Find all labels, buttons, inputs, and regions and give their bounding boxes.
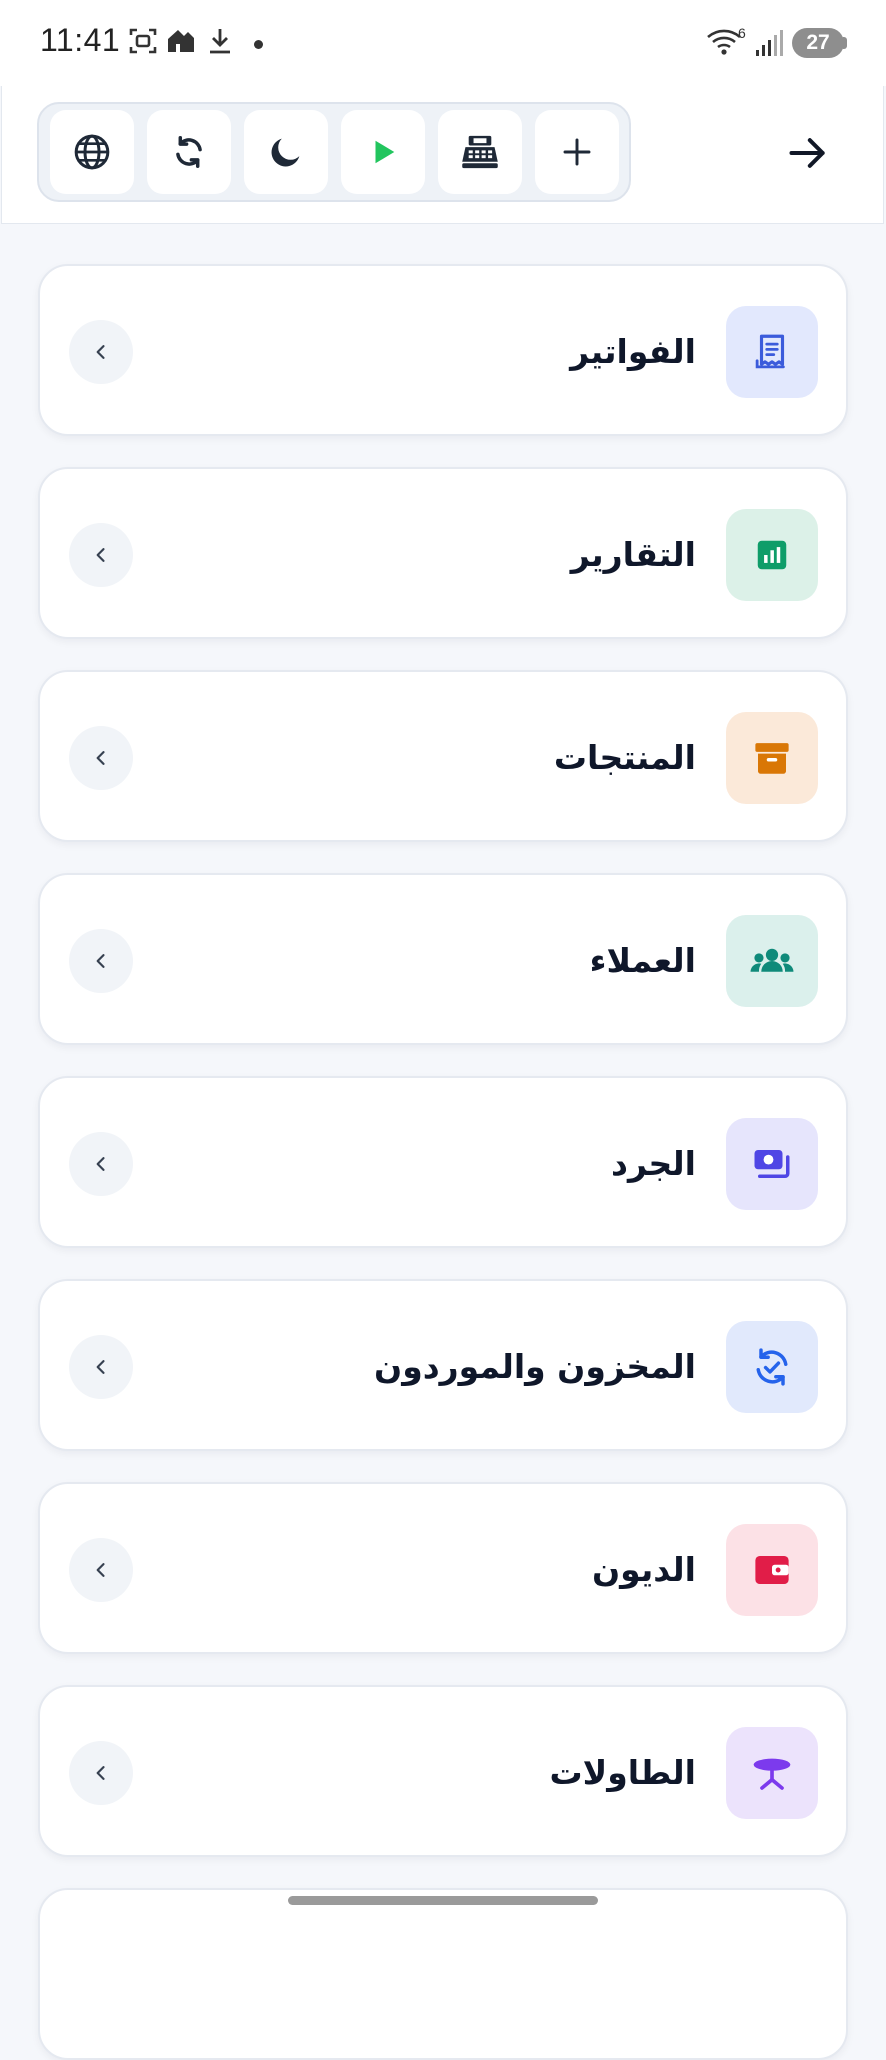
card-chevron: [69, 320, 133, 384]
chevron-left-icon: [96, 1563, 105, 1577]
card-chevron: [69, 726, 133, 790]
chevron-left-icon: [96, 751, 105, 765]
card-label: التقارير: [570, 535, 696, 574]
card-icon-tile: [726, 712, 818, 804]
plus-icon: [563, 138, 591, 166]
house-icon: [168, 30, 194, 52]
menu-card-partial[interactable]: [38, 1888, 848, 2060]
arrow-right-icon: [789, 138, 825, 168]
play-icon: [375, 140, 395, 164]
add-button[interactable]: [535, 110, 619, 194]
card-label: العملاء: [589, 941, 696, 980]
theme-toggle-button[interactable]: [244, 110, 328, 194]
menu-card-reports[interactable]: التقارير: [38, 467, 848, 639]
wifi-icon: [707, 29, 741, 55]
chevron-left-icon: [96, 1360, 105, 1374]
card-icon-tile: [726, 1727, 818, 1819]
refresh-icon: [176, 136, 202, 168]
battery-indicator: 27: [792, 28, 844, 58]
wallet-icon: [755, 1556, 789, 1584]
language-button[interactable]: [50, 110, 134, 194]
cash-register-button[interactable]: [438, 110, 522, 194]
card-icon-tile: [726, 306, 818, 398]
card-icon-tile: [726, 1118, 818, 1210]
card-chevron: [69, 523, 133, 587]
screenshot-icon: [129, 28, 157, 54]
cash-register-icon: [462, 135, 498, 169]
card-label: المنتجات: [553, 738, 696, 777]
chevron-left-icon: [96, 345, 105, 359]
card-chevron: [69, 929, 133, 993]
menu-card-debts[interactable]: الديون: [38, 1482, 848, 1654]
money-stack-icon: [754, 1150, 790, 1178]
card-label: المخزون والموردون: [374, 1347, 696, 1386]
menu-card-invoices[interactable]: الفواتير: [38, 264, 848, 436]
chevron-left-icon: [96, 954, 105, 968]
back-button[interactable]: [770, 115, 846, 191]
card-label: الجرد: [611, 1144, 696, 1183]
download-icon: [210, 29, 230, 54]
notification-dot: [254, 40, 263, 49]
sync-check-icon: [756, 1348, 788, 1386]
menu-card-products[interactable]: المنتجات: [38, 670, 848, 842]
network-generation: 6: [738, 25, 746, 41]
menu-card-customers[interactable]: العملاء: [38, 873, 848, 1045]
card-icon-tile: [726, 1524, 818, 1616]
home-indicator: [288, 1896, 598, 1905]
card-label: الفواتير: [570, 332, 696, 371]
card-label: الطاولات: [549, 1753, 697, 1792]
chart-icon: [757, 540, 787, 570]
card-chevron: [69, 1538, 133, 1602]
status-time: 11:41: [40, 22, 121, 58]
card-label: الديون: [591, 1550, 696, 1589]
chevron-left-icon: [96, 548, 105, 562]
card-icon-tile: [726, 1321, 818, 1413]
card-chevron: [69, 1741, 133, 1805]
battery-cap: [843, 37, 847, 49]
sync-button[interactable]: [147, 110, 231, 194]
moon-icon: [271, 138, 300, 167]
card-chevron: [69, 1335, 133, 1399]
menu-card-tables[interactable]: الطاولات: [38, 1685, 848, 1857]
globe-icon: [74, 134, 110, 170]
menu-card-stock-suppliers[interactable]: المخزون والموردون: [38, 1279, 848, 1451]
card-icon-tile: [726, 915, 818, 1007]
receipt-icon: [755, 334, 785, 369]
chevron-left-icon: [96, 1766, 105, 1780]
play-button[interactable]: [341, 110, 425, 194]
menu-card-inventory-count[interactable]: الجرد: [38, 1076, 848, 1248]
status-bar: 11:41 6 27: [0, 0, 886, 86]
users-icon: [750, 948, 794, 972]
signal-icon: [756, 30, 783, 56]
archive-box-icon: [755, 743, 789, 774]
chevron-left-icon: [96, 1157, 105, 1171]
card-icon-tile: [726, 509, 818, 601]
table-icon: [753, 1758, 791, 1790]
card-chevron: [69, 1132, 133, 1196]
